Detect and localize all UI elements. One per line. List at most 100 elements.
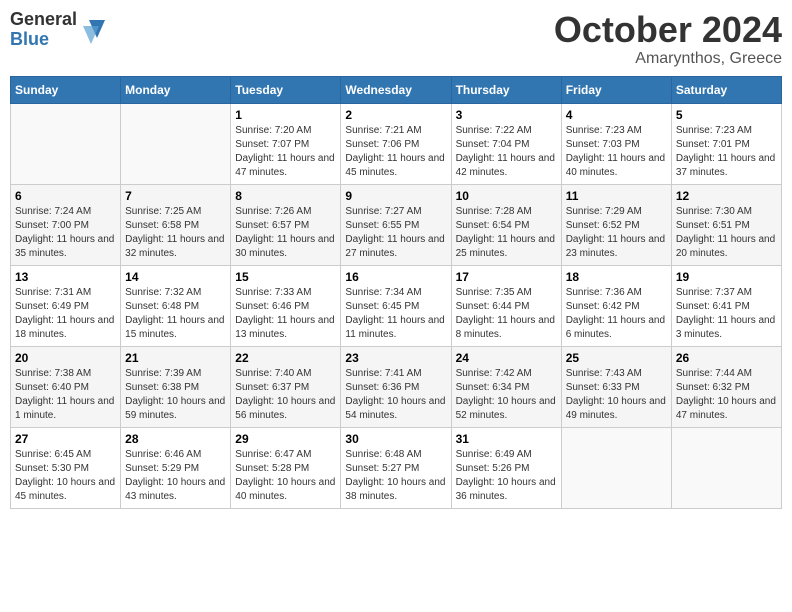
day-number: 4 (566, 108, 667, 122)
calendar-cell: 14 Sunrise: 7:32 AM Sunset: 6:48 PM Dayli… (121, 265, 231, 346)
calendar-cell: 27Sunrise: 6:45 AM Sunset: 5:30 PM Dayli… (11, 427, 121, 508)
day-number: 10 (456, 189, 557, 203)
calendar-week-5: 27Sunrise: 6:45 AM Sunset: 5:30 PM Dayli… (11, 427, 782, 508)
month-title: October 2024 (554, 10, 782, 50)
calendar-week-1: 1 Sunrise: 7:20 AM Sunset: 7:07 PM Daylig… (11, 103, 782, 184)
day-info: Sunrise: 7:23 AM Sunset: 7:01 PM Dayligh… (676, 124, 777, 180)
col-monday: Monday (121, 76, 231, 103)
day-info: Sunrise: 7:23 AM Sunset: 7:03 PM Dayligh… (566, 124, 667, 180)
calendar-body: 1 Sunrise: 7:20 AM Sunset: 7:07 PM Daylig… (11, 103, 782, 508)
calendar-cell: 18 Sunrise: 7:36 AM Sunset: 6:42 PM Dayli… (561, 265, 671, 346)
day-info: Sunrise: 7:26 AM Sunset: 6:57 PM Dayligh… (235, 205, 336, 261)
logo-icon (79, 16, 107, 44)
calendar-cell: 25Sunrise: 7:43 AM Sunset: 6:33 PM Dayli… (561, 346, 671, 427)
calendar-table: Sunday Monday Tuesday Wednesday Thursday… (10, 76, 782, 509)
day-number: 1 (235, 108, 336, 122)
day-number: 2 (345, 108, 446, 122)
col-saturday: Saturday (671, 76, 781, 103)
day-info: Sunrise: 7:31 AM Sunset: 6:49 PM Dayligh… (15, 286, 116, 342)
day-info: Sunrise: 7:37 AM Sunset: 6:41 PM Dayligh… (676, 286, 777, 342)
day-info: Sunrise: 6:47 AM Sunset: 5:28 PM Dayligh… (235, 448, 336, 504)
day-info: Sunrise: 7:25 AM Sunset: 6:58 PM Dayligh… (125, 205, 226, 261)
day-info: Sunrise: 7:22 AM Sunset: 7:04 PM Dayligh… (456, 124, 557, 180)
calendar-cell: 19 Sunrise: 7:37 AM Sunset: 6:41 PM Dayli… (671, 265, 781, 346)
day-number: 16 (345, 270, 446, 284)
day-number: 30 (345, 432, 446, 446)
page-header: General Blue October 2024 Amarynthos, Gr… (10, 10, 782, 68)
col-friday: Friday (561, 76, 671, 103)
day-info: Sunrise: 7:28 AM Sunset: 6:54 PM Dayligh… (456, 205, 557, 261)
day-info: Sunrise: 7:24 AM Sunset: 7:00 PM Dayligh… (15, 205, 116, 261)
day-number: 11 (566, 189, 667, 203)
calendar-cell: 15Sunrise: 7:33 AM Sunset: 6:46 PM Dayli… (231, 265, 341, 346)
calendar-cell (561, 427, 671, 508)
day-info: Sunrise: 7:38 AM Sunset: 6:40 PM Dayligh… (15, 367, 116, 423)
col-thursday: Thursday (451, 76, 561, 103)
day-number: 13 (15, 270, 116, 284)
day-number: 22 (235, 351, 336, 365)
day-info: Sunrise: 7:36 AM Sunset: 6:42 PM Dayligh… (566, 286, 667, 342)
calendar-cell (11, 103, 121, 184)
day-info: Sunrise: 7:27 AM Sunset: 6:55 PM Dayligh… (345, 205, 446, 261)
calendar-cell: 16 Sunrise: 7:34 AM Sunset: 6:45 PM Dayli… (341, 265, 451, 346)
calendar-cell: 2 Sunrise: 7:21 AM Sunset: 7:06 PM Daylig… (341, 103, 451, 184)
calendar-cell: 8 Sunrise: 7:26 AM Sunset: 6:57 PM Daylig… (231, 184, 341, 265)
day-info: Sunrise: 7:39 AM Sunset: 6:38 PM Dayligh… (125, 367, 226, 423)
day-number: 5 (676, 108, 777, 122)
day-info: Sunrise: 7:20 AM Sunset: 7:07 PM Dayligh… (235, 124, 336, 180)
calendar-cell: 7 Sunrise: 7:25 AM Sunset: 6:58 PM Daylig… (121, 184, 231, 265)
day-number: 20 (15, 351, 116, 365)
calendar-cell: 1 Sunrise: 7:20 AM Sunset: 7:07 PM Daylig… (231, 103, 341, 184)
day-info: Sunrise: 7:44 AM Sunset: 6:32 PM Dayligh… (676, 367, 777, 423)
day-number: 29 (235, 432, 336, 446)
day-info: Sunrise: 7:35 AM Sunset: 6:44 PM Dayligh… (456, 286, 557, 342)
calendar-cell: 20 Sunrise: 7:38 AM Sunset: 6:40 PM Dayli… (11, 346, 121, 427)
day-number: 8 (235, 189, 336, 203)
calendar-cell: 29 Sunrise: 6:47 AM Sunset: 5:28 PM Dayli… (231, 427, 341, 508)
calendar-cell: 31 Sunrise: 6:49 AM Sunset: 5:26 PM Dayli… (451, 427, 561, 508)
header-row: Sunday Monday Tuesday Wednesday Thursday… (11, 76, 782, 103)
day-info: Sunrise: 7:34 AM Sunset: 6:45 PM Dayligh… (345, 286, 446, 342)
calendar-header: Sunday Monday Tuesday Wednesday Thursday… (11, 76, 782, 103)
calendar-cell: 4 Sunrise: 7:23 AM Sunset: 7:03 PM Daylig… (561, 103, 671, 184)
calendar-cell: 13 Sunrise: 7:31 AM Sunset: 6:49 PM Dayli… (11, 265, 121, 346)
calendar-cell: 30 Sunrise: 6:48 AM Sunset: 5:27 PM Dayli… (341, 427, 451, 508)
day-number: 9 (345, 189, 446, 203)
calendar-cell: 22 Sunrise: 7:40 AM Sunset: 6:37 PM Dayli… (231, 346, 341, 427)
day-number: 27 (15, 432, 116, 446)
location-title: Amarynthos, Greece (554, 50, 782, 68)
calendar-cell: 6 Sunrise: 7:24 AM Sunset: 7:00 PM Daylig… (11, 184, 121, 265)
day-info: Sunrise: 6:48 AM Sunset: 5:27 PM Dayligh… (345, 448, 446, 504)
day-info: Sunrise: 6:49 AM Sunset: 5:26 PM Dayligh… (456, 448, 557, 504)
day-number: 23 (345, 351, 446, 365)
day-number: 21 (125, 351, 226, 365)
day-number: 12 (676, 189, 777, 203)
calendar-cell: 9 Sunrise: 7:27 AM Sunset: 6:55 PM Daylig… (341, 184, 451, 265)
day-number: 19 (676, 270, 777, 284)
day-info: Sunrise: 6:46 AM Sunset: 5:29 PM Dayligh… (125, 448, 226, 504)
day-number: 3 (456, 108, 557, 122)
day-number: 18 (566, 270, 667, 284)
day-info: Sunrise: 7:21 AM Sunset: 7:06 PM Dayligh… (345, 124, 446, 180)
calendar-cell: 10 Sunrise: 7:28 AM Sunset: 6:54 PM Dayli… (451, 184, 561, 265)
calendar-cell: 12 Sunrise: 7:30 AM Sunset: 6:51 PM Dayli… (671, 184, 781, 265)
day-number: 17 (456, 270, 557, 284)
calendar-cell: 11Sunrise: 7:29 AM Sunset: 6:52 PM Dayli… (561, 184, 671, 265)
calendar-week-4: 20 Sunrise: 7:38 AM Sunset: 6:40 PM Dayli… (11, 346, 782, 427)
col-sunday: Sunday (11, 76, 121, 103)
day-number: 6 (15, 189, 116, 203)
day-number: 15 (235, 270, 336, 284)
day-info: Sunrise: 7:40 AM Sunset: 6:37 PM Dayligh… (235, 367, 336, 423)
logo: General Blue (10, 10, 107, 50)
calendar-cell: 21 Sunrise: 7:39 AM Sunset: 6:38 PM Dayli… (121, 346, 231, 427)
calendar-week-2: 6 Sunrise: 7:24 AM Sunset: 7:00 PM Daylig… (11, 184, 782, 265)
day-info: Sunrise: 7:32 AM Sunset: 6:48 PM Dayligh… (125, 286, 226, 342)
day-number: 14 (125, 270, 226, 284)
day-number: 7 (125, 189, 226, 203)
col-wednesday: Wednesday (341, 76, 451, 103)
day-info: Sunrise: 7:41 AM Sunset: 6:36 PM Dayligh… (345, 367, 446, 423)
calendar-cell: 5 Sunrise: 7:23 AM Sunset: 7:01 PM Daylig… (671, 103, 781, 184)
calendar-cell: 28Sunrise: 6:46 AM Sunset: 5:29 PM Dayli… (121, 427, 231, 508)
day-info: Sunrise: 7:30 AM Sunset: 6:51 PM Dayligh… (676, 205, 777, 261)
day-number: 31 (456, 432, 557, 446)
